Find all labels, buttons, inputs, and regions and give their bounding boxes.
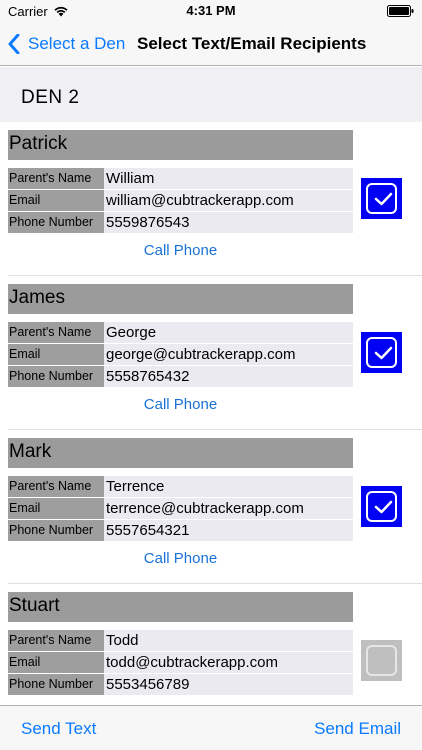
email-value: william@cubtrackerapp.com	[104, 190, 353, 211]
scout-card: Stuart Parent's Name Todd Email todd@cub…	[0, 592, 422, 705]
phone-label: Phone Number	[8, 520, 104, 541]
parent-name-value: George	[104, 322, 353, 343]
clock: 4:31 PM	[186, 3, 236, 18]
parent-name-row: Parent's Name William	[8, 168, 353, 189]
scout-name: James	[9, 287, 65, 308]
select-checkbox[interactable]	[361, 178, 402, 219]
chevron-left-icon	[8, 34, 20, 54]
battery-icon	[387, 5, 414, 17]
parent-name-row: Parent's Name Todd	[8, 630, 353, 651]
email-label: Email	[8, 190, 104, 211]
phone-value: 5553456789	[104, 674, 353, 695]
parent-name-value: William	[104, 168, 353, 189]
scout-name-bar: Stuart	[8, 592, 353, 622]
navigation-bar: Select a Den Select Text/Email Recipient…	[0, 22, 422, 66]
call-phone-button[interactable]: Call Phone	[8, 240, 353, 262]
email-row: Email todd@cubtrackerapp.com	[8, 652, 353, 673]
scout-name-bar: Patrick	[8, 130, 353, 160]
scout-name: Patrick	[9, 133, 68, 154]
parent-name-value: Todd	[104, 630, 353, 651]
select-checkbox[interactable]	[361, 640, 402, 681]
call-phone-button[interactable]: Call Phone	[8, 394, 353, 416]
select-checkbox[interactable]	[361, 486, 402, 527]
divider	[8, 429, 422, 430]
phone-row: Phone Number 5553456789	[8, 674, 353, 695]
parent-name-row: Parent's Name George	[8, 322, 353, 343]
parent-name-row: Parent's Name Terrence	[8, 476, 353, 497]
back-button-label: Select a Den	[28, 34, 126, 53]
select-checkbox[interactable]	[361, 332, 402, 373]
phone-value: 5558765432	[104, 366, 353, 387]
checkmark-icon	[374, 192, 393, 206]
phone-row: Phone Number 5557654321	[8, 520, 353, 541]
divider	[8, 583, 422, 584]
email-label: Email	[8, 652, 104, 673]
checkmark-icon	[374, 500, 393, 514]
scout-name-bar: Mark	[8, 438, 353, 468]
status-bar: Carrier 4:31 PM	[0, 0, 422, 22]
phone-value: 5557654321	[104, 520, 353, 541]
call-phone-button[interactable]: Call Phone	[8, 548, 353, 570]
scout-name: Mark	[9, 441, 52, 462]
email-row: Email george@cubtrackerapp.com	[8, 344, 353, 365]
send-email-button[interactable]: Send Email	[314, 706, 401, 750]
den-title: DEN 2	[21, 87, 80, 108]
email-label: Email	[8, 344, 104, 365]
send-text-button[interactable]: Send Text	[21, 706, 96, 750]
checkmark-icon	[374, 346, 393, 360]
parent-name-label: Parent's Name	[8, 630, 104, 651]
section-header: DEN 2	[0, 67, 422, 122]
phone-row: Phone Number 5558765432	[8, 366, 353, 387]
phone-label: Phone Number	[8, 366, 104, 387]
divider	[8, 275, 422, 276]
bottom-toolbar: Send Text Send Email	[0, 705, 422, 750]
parent-name-label: Parent's Name	[8, 476, 104, 497]
phone-label: Phone Number	[8, 212, 104, 233]
page-title: Select Text/Email Recipients	[137, 34, 367, 53]
email-value: george@cubtrackerapp.com	[104, 344, 353, 365]
scout-name-bar: James	[8, 284, 353, 314]
back-button[interactable]: Select a Den	[8, 22, 125, 66]
email-row: Email terrence@cubtrackerapp.com	[8, 498, 353, 519]
scout-name: Stuart	[9, 595, 60, 616]
phone-row: Phone Number 5559876543	[8, 212, 353, 233]
phone-value: 5559876543	[104, 212, 353, 233]
parent-name-label: Parent's Name	[8, 322, 104, 343]
parent-name-label: Parent's Name	[8, 168, 104, 189]
phone-label: Phone Number	[8, 674, 104, 695]
parent-name-value: Terrence	[104, 476, 353, 497]
scout-card: Mark Parent's Name Terrence Email terren…	[0, 438, 422, 592]
email-value: todd@cubtrackerapp.com	[104, 652, 353, 673]
email-value: terrence@cubtrackerapp.com	[104, 498, 353, 519]
scout-card: James Parent's Name George Email george@…	[0, 284, 422, 438]
scout-card: Patrick Parent's Name William Email will…	[0, 130, 422, 284]
email-label: Email	[8, 498, 104, 519]
email-row: Email william@cubtrackerapp.com	[8, 190, 353, 211]
